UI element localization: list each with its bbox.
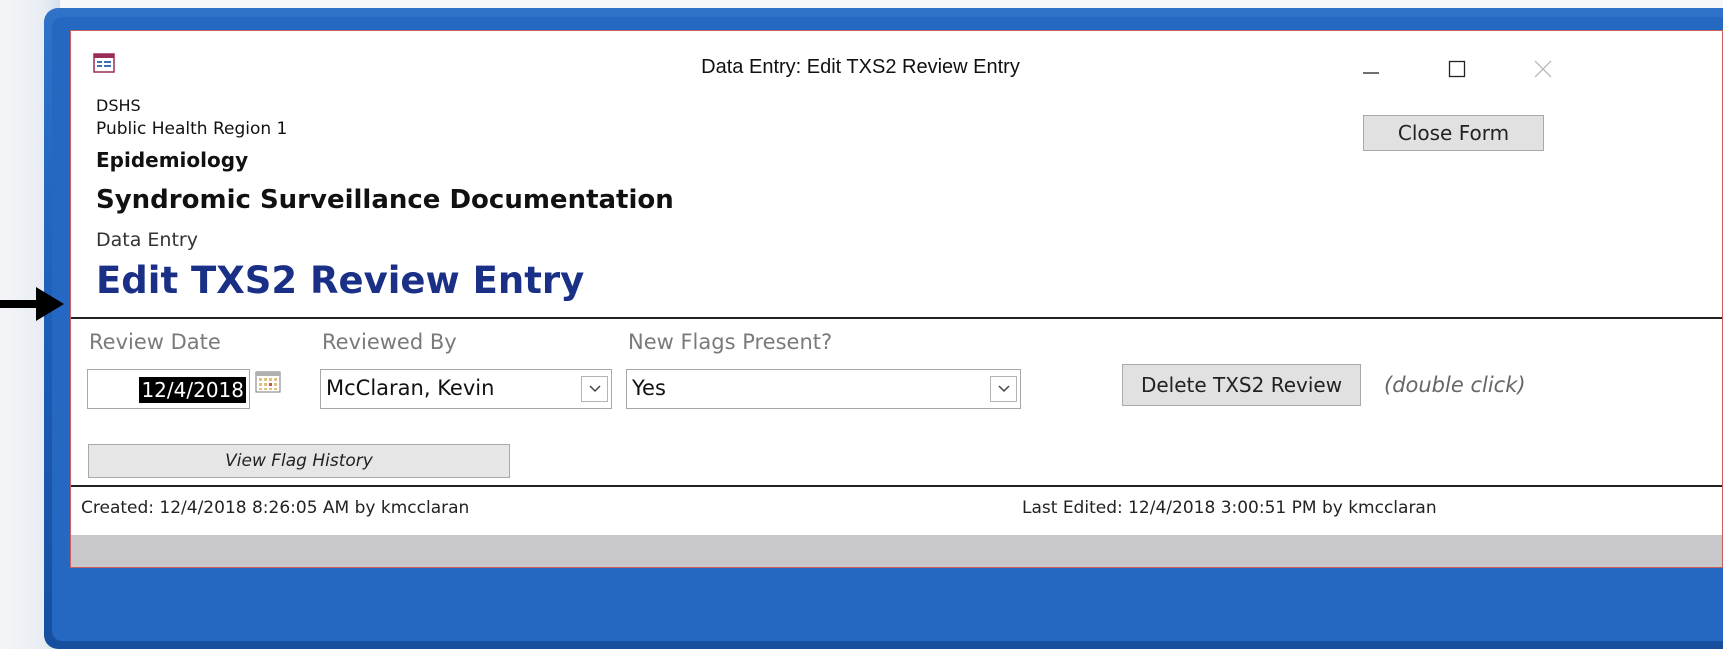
delete-review-button[interactable]: Delete TXS2 Review <box>1122 364 1361 406</box>
new-flags-value: Yes <box>632 376 666 400</box>
review-date-input[interactable]: 12/4/2018 <box>87 369 250 409</box>
divider <box>71 485 1722 487</box>
last-edited-info: Last Edited: 12/4/2018 3:00:51 PM by kmc… <box>1022 498 1437 518</box>
region-label: Public Health Region 1 <box>96 119 288 139</box>
delete-hint: (double click) <box>1384 373 1526 397</box>
new-flags-select[interactable]: Yes <box>626 369 1021 409</box>
created-info: Created: 12/4/2018 8:26:05 AM by kmcclar… <box>81 498 470 518</box>
chevron-down-icon <box>997 385 1010 393</box>
arrow-right-icon <box>0 287 64 321</box>
divider <box>71 317 1722 319</box>
minimize-button[interactable] <box>1351 49 1391 89</box>
new-flags-dropdown-button[interactable] <box>990 376 1017 402</box>
maximize-icon <box>1448 60 1466 78</box>
org-label: DSHS <box>96 96 141 115</box>
reviewed-by-select[interactable]: McClaran, Kevin <box>320 369 612 409</box>
maximize-button[interactable] <box>1437 49 1477 89</box>
calendar-icon[interactable] <box>255 371 281 393</box>
form-window: Data Entry: Edit TXS2 Review Entry DSHS … <box>70 30 1723 568</box>
review-date-value: 12/4/2018 <box>139 377 246 403</box>
title-bar: Data Entry: Edit TXS2 Review Entry <box>71 31 1722 91</box>
view-flag-history-button[interactable]: View Flag History <box>88 444 510 478</box>
system-title: Syndromic Surveillance Documentation <box>96 185 674 215</box>
form-title: Edit TXS2 Review Entry <box>96 259 585 302</box>
chevron-down-icon <box>588 385 601 393</box>
status-bar <box>71 535 1722 567</box>
close-window-button[interactable] <box>1523 49 1563 89</box>
close-form-button[interactable]: Close Form <box>1363 115 1544 151</box>
reviewed-by-dropdown-button[interactable] <box>581 376 608 402</box>
close-icon <box>1534 60 1552 78</box>
reviewed-by-value: McClaran, Kevin <box>326 376 495 400</box>
minimize-icon <box>1363 72 1379 74</box>
section-label: Data Entry <box>96 229 198 251</box>
review-date-label: Review Date <box>89 330 221 354</box>
reviewed-by-label: Reviewed By <box>322 330 457 354</box>
department-label: Epidemiology <box>96 148 249 172</box>
new-flags-label: New Flags Present? <box>628 330 833 354</box>
